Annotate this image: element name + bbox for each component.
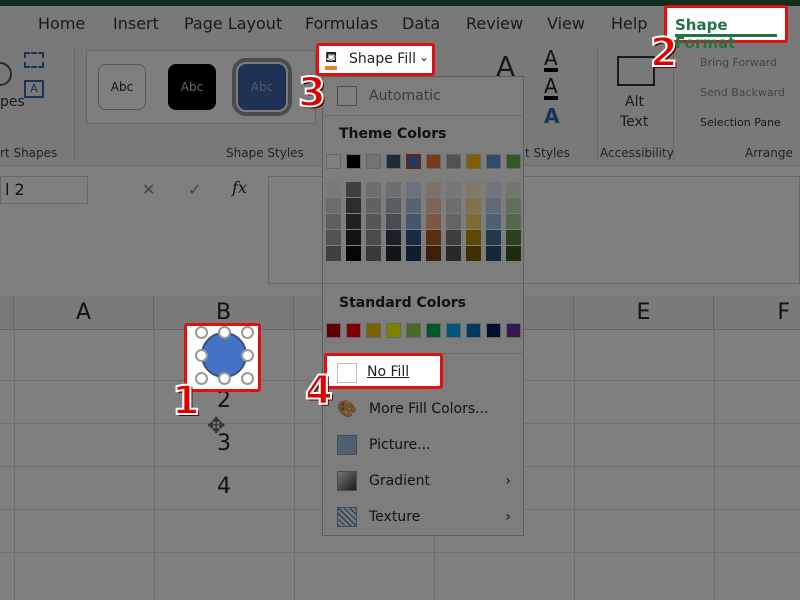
step-badge: 2 xyxy=(649,29,679,77)
resize-handle[interactable] xyxy=(218,326,231,339)
active-tab-underline xyxy=(675,34,777,37)
step-badge: 4 xyxy=(304,367,334,415)
tab-shape-format[interactable]: Shape Format xyxy=(664,5,788,52)
menu-item-no-fill[interactable]: No Fill xyxy=(324,353,443,389)
no-fill-swatch-icon xyxy=(337,363,357,383)
chevron-down-icon: ⌄ xyxy=(419,50,430,64)
shape-fill-button[interactable]: ⛾ Shape Fill ⌄ xyxy=(316,43,435,76)
resize-handle[interactable] xyxy=(195,349,208,362)
resize-handle[interactable] xyxy=(195,326,208,339)
dim-overlay xyxy=(0,0,800,600)
resize-handle[interactable] xyxy=(241,372,254,385)
resize-handle[interactable] xyxy=(218,372,231,385)
resize-handle[interactable] xyxy=(241,326,254,339)
resize-handle[interactable] xyxy=(241,349,254,362)
step-badge: 1 xyxy=(171,377,201,425)
paint-bucket-icon: ⛾ xyxy=(325,48,338,70)
step-badge: 3 xyxy=(297,69,327,117)
